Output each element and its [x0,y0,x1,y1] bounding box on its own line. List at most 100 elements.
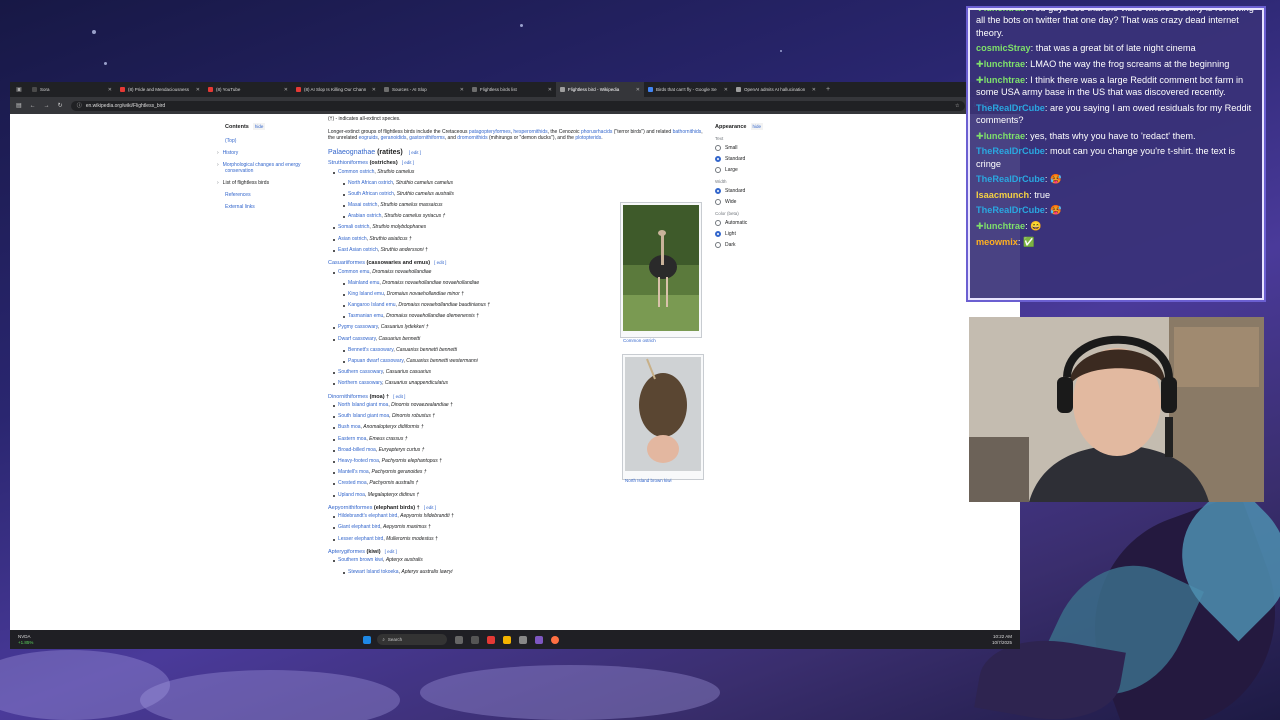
edit-link[interactable]: [ edit ] [393,394,405,399]
contents-item[interactable]: (Top) [225,138,325,144]
article-link[interactable]: patagopteryformes [469,129,511,135]
bird-common-name-link[interactable]: South Island giant moa [338,413,389,419]
task-view-icon[interactable] [455,635,464,644]
bird-common-name-link[interactable]: East Asian ostrich [338,247,378,253]
article-link[interactable]: geranoidids [381,135,407,141]
chat-username[interactable]: TheRealDrCube [976,103,1045,113]
close-tab-icon[interactable]: ✕ [460,87,464,93]
chevron-right-icon[interactable]: › [217,162,219,168]
bird-common-name-link[interactable]: Masai ostrich [348,202,377,208]
contents-item[interactable]: References [225,192,325,198]
article-link[interactable]: eogruids [359,135,378,141]
radio-option[interactable]: Standard [715,188,825,194]
start-icon[interactable] [363,635,372,644]
bird-common-name-link[interactable]: Bush moa [338,424,361,430]
chat-username[interactable]: meowmix [976,237,1018,247]
close-tab-icon[interactable]: ✕ [548,87,552,93]
bird-common-name-link[interactable]: Eastern moa [338,436,366,442]
forward-icon[interactable]: → [44,103,50,109]
chat-username[interactable]: TheRealDrCube [976,205,1045,215]
tab-6[interactable]: Flightless bird - Wikipedia ✕ [556,82,644,97]
group-name-link[interactable]: Dinornithiformes [328,394,368,400]
bird-common-name-link[interactable]: Common ostrich [338,169,374,175]
tab-2[interactable]: (8) YouTube ✕ [204,82,292,97]
ostrich-photo[interactable] [623,205,699,331]
bird-common-name-link[interactable]: Dwarf cassowary [338,336,376,342]
tab-4[interactable]: Sources - AI Slop ✕ [380,82,468,97]
bird-common-name-link[interactable]: Northern cassowary [338,380,382,386]
group-name-link[interactable]: Casuariiformes [328,260,365,266]
bird-common-name-link[interactable]: Broad-billed moa [338,447,376,453]
close-tab-icon[interactable]: ✕ [196,87,200,93]
bird-common-name-link[interactable]: Papuan dwarf cassowary [348,358,404,364]
kiwi-photo[interactable] [625,357,701,471]
article-link[interactable]: hesperornithids [513,129,547,135]
tab-3[interactable]: (8) AI Slop Is Killing Our Chann ✕ [292,82,380,97]
section-title-link[interactable]: Palaeognathae [328,149,375,156]
edit-link[interactable]: [ edit ] [385,549,397,554]
contents-item[interactable]: › History [217,150,325,156]
system-clock[interactable]: 10:22 AM 10/7/2025 [992,634,1012,646]
contents-item[interactable]: External links [225,204,325,210]
bird-common-name-link[interactable]: Heavy-footed moa [338,458,379,464]
figure-caption[interactable]: Common ostrich [623,338,699,343]
bird-common-name-link[interactable]: Tasmanian emu [348,313,383,319]
bird-common-name-link[interactable]: Pygmy cassowary [338,324,378,330]
bird-common-name-link[interactable]: Common emu [338,269,369,275]
tab-7[interactable]: Birds that can't fly - Google Se ✕ [644,82,732,97]
figure-caption[interactable]: North Island brown kiwi [625,478,701,483]
bird-common-name-link[interactable]: Arabian ostrich [348,213,381,219]
article-link[interactable]: plotopterids [575,135,601,141]
bird-common-name-link[interactable]: Southern cassowary [338,369,383,375]
bird-common-name-link[interactable]: King Island emu [348,291,384,297]
bird-common-name-link[interactable]: Upland moa [338,492,365,498]
radio-option[interactable]: Dark [715,242,825,248]
sidebar-icon[interactable]: ▤ [16,102,22,109]
contents-item[interactable]: › List of flightless birds [217,180,325,186]
app-icon[interactable] [519,635,528,644]
group-name-link[interactable]: Aepyornithiformes [328,505,372,511]
chevron-right-icon[interactable]: › [217,180,219,186]
chat-username[interactable]: lunchtrae [984,10,1025,13]
chrome-icon[interactable] [551,635,560,644]
reload-icon[interactable]: ↻ [58,102,63,109]
chat-username[interactable]: TheRealDrCube [976,174,1045,184]
chat-username[interactable]: lunchtrae [984,59,1025,69]
bird-common-name-link[interactable]: Somali ostrich [338,224,369,230]
radio-option[interactable]: Automatic [715,220,825,226]
radio-option[interactable]: Light [715,231,825,237]
tab-1[interactable]: (8) Pride and Mendaciousness ✕ [116,82,204,97]
contents-hide-button[interactable]: hide [252,123,266,130]
tab-actions-icon[interactable]: ▣ [10,86,28,93]
contents-item[interactable]: › Morphological changes and energy conser… [217,162,325,174]
taskbar-search[interactable]: ⌕ Search [377,634,448,645]
bird-common-name-link[interactable]: Hildebrandt's elephant bird [338,513,397,519]
close-tab-icon[interactable]: ✕ [108,87,112,93]
article-link[interactable]: gastornithiforms [409,135,445,141]
edit-link[interactable]: [ edit ] [434,260,446,265]
chat-username[interactable]: lunchtrae [984,131,1025,141]
group-name-link[interactable]: Apterygiformes [328,549,365,555]
bird-common-name-link[interactable]: Mainland emu [348,280,379,286]
bird-common-name-link[interactable]: Southern brown kiwi [338,557,383,563]
bird-common-name-link[interactable]: Bennett's cassowary [348,347,393,353]
app-icon[interactable] [487,635,496,644]
close-tab-icon[interactable]: ✕ [724,87,728,93]
article-link[interactable]: phorusrhacids [581,129,612,135]
bird-common-name-link[interactable]: Giant elephant bird [338,524,380,530]
radio-option[interactable]: Small [715,145,825,151]
article-link[interactable]: bathornithids [673,129,702,135]
bird-common-name-link[interactable]: North Island giant moa [338,402,388,408]
bird-common-name-link[interactable]: Crested moa [338,480,367,486]
chat-username[interactable]: Isaacmunch [976,190,1029,200]
close-tab-icon[interactable]: ✕ [636,87,640,93]
article-link[interactable]: dromornithids [457,135,487,141]
new-tab-button[interactable]: + [826,86,830,93]
bird-common-name-link[interactable]: North African ostrich [348,180,393,186]
chat-username[interactable]: TheRealDrCube [976,146,1045,156]
chat-username[interactable]: cosmicStray [976,43,1031,53]
app-icon[interactable] [471,635,480,644]
group-name-link[interactable]: Struthioniformes [328,160,368,166]
bird-common-name-link[interactable]: Stewart Island tokoeka [348,569,399,575]
close-tab-icon[interactable]: ✕ [284,87,288,93]
